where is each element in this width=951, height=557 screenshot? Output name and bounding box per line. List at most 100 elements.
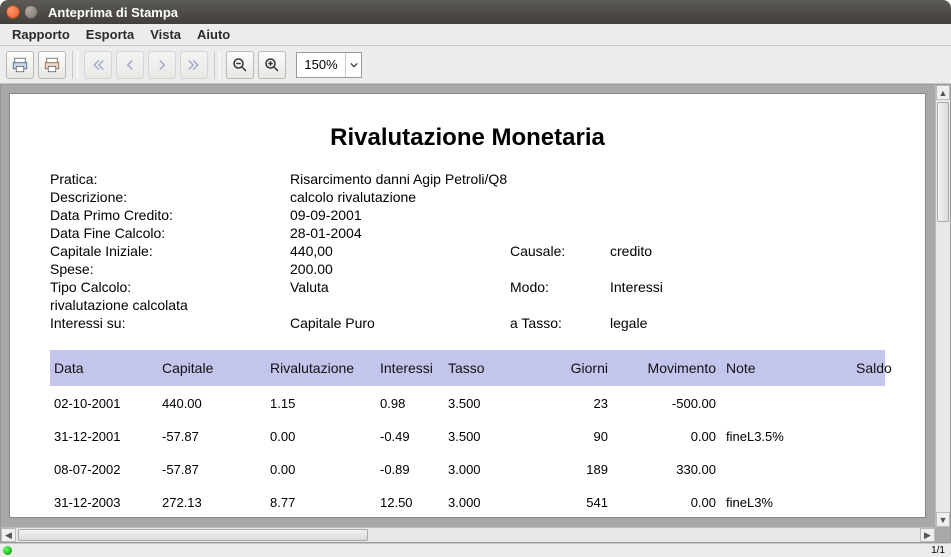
cell-tasso: 3.500 bbox=[448, 396, 520, 411]
cell-tasso: 3.000 bbox=[448, 462, 520, 477]
label-rivalutazione-calcolata: rivalutazione calcolata bbox=[50, 296, 885, 314]
cell-rivalutazione: 0.00 bbox=[270, 429, 380, 444]
value-descrizione: calcolo rivalutazione bbox=[290, 188, 885, 206]
value-data-primo-credito: 09-09-2001 bbox=[290, 206, 885, 224]
cell-interessi: -0.49 bbox=[380, 429, 448, 444]
label-data-fine-calcolo: Data Fine Calcolo: bbox=[50, 224, 290, 242]
value-tipo-calcolo: Valuta bbox=[290, 278, 510, 296]
last-page-button bbox=[180, 51, 208, 79]
window-minimize-button[interactable] bbox=[24, 5, 38, 19]
cell-saldo bbox=[856, 396, 881, 411]
col-note: Note bbox=[716, 360, 856, 376]
cell-giorni: 541 bbox=[520, 495, 608, 510]
label-tipo-calcolo: Tipo Calcolo: bbox=[50, 278, 290, 296]
printer-icon bbox=[11, 56, 29, 74]
cell-data: 31-12-2003 bbox=[54, 495, 162, 510]
horizontal-scrollbar[interactable]: ◀ ▶ bbox=[1, 527, 935, 542]
print-setup-button[interactable] bbox=[38, 51, 66, 79]
col-data: Data bbox=[54, 360, 162, 376]
chevron-right-icon bbox=[153, 56, 171, 74]
cell-tasso: 3.500 bbox=[448, 429, 520, 444]
zoom-dropdown-button[interactable] bbox=[345, 53, 361, 77]
toolbar-separator bbox=[214, 51, 220, 79]
window-titlebar: Anteprima di Stampa bbox=[0, 0, 951, 24]
value-causale: credito bbox=[610, 242, 885, 260]
label-capitale-iniziale: Capitale Iniziale: bbox=[50, 242, 290, 260]
cell-data: 08-07-2002 bbox=[54, 462, 162, 477]
page-indicator: 1/1 bbox=[931, 545, 945, 556]
scroll-right-button[interactable]: ▶ bbox=[920, 528, 935, 542]
scroll-down-button[interactable]: ▼ bbox=[936, 512, 950, 527]
print-button[interactable] bbox=[6, 51, 34, 79]
chevron-down-icon bbox=[350, 61, 358, 69]
value-pratica: Risarcimento danni Agip Petroli/Q8 bbox=[290, 170, 885, 188]
next-page-button bbox=[148, 51, 176, 79]
cell-note: fineL3.5% bbox=[716, 429, 856, 444]
report-meta: Pratica: Risarcimento danni Agip Petroli… bbox=[50, 170, 885, 332]
col-tasso: Tasso bbox=[448, 360, 520, 376]
cell-saldo bbox=[856, 462, 881, 477]
label-descrizione: Descrizione: bbox=[50, 188, 290, 206]
cell-capitale: 272.13 bbox=[162, 495, 270, 510]
cell-movimento: 0.00 bbox=[608, 429, 716, 444]
label-spese: Spese: bbox=[50, 260, 290, 278]
preview-page: Rivalutazione Monetaria Pratica: Risarci… bbox=[9, 93, 926, 518]
printer-gear-icon bbox=[43, 56, 61, 74]
zoom-out-icon bbox=[231, 56, 249, 74]
cell-tasso: 3.000 bbox=[448, 495, 520, 510]
window-close-button[interactable] bbox=[6, 5, 20, 19]
cell-saldo bbox=[856, 495, 881, 510]
zoom-select[interactable] bbox=[296, 52, 362, 78]
toolbar-separator bbox=[72, 51, 78, 79]
chevron-left-icon bbox=[121, 56, 139, 74]
menu-aiuto[interactable]: Aiuto bbox=[189, 25, 238, 44]
value-modo: Interessi bbox=[610, 278, 885, 296]
cell-data: 31-12-2001 bbox=[54, 429, 162, 444]
statusbar: 1/1 bbox=[0, 543, 951, 557]
cell-movimento: 0.00 bbox=[608, 495, 716, 510]
report-title: Rivalutazione Monetaria bbox=[50, 124, 885, 152]
vertical-scrollbar[interactable]: ▲ ▼ bbox=[935, 85, 950, 527]
cell-capitale: -57.87 bbox=[162, 462, 270, 477]
vscroll-thumb[interactable] bbox=[937, 102, 949, 222]
cell-rivalutazione: 8.77 bbox=[270, 495, 380, 510]
value-spese: 200.00 bbox=[290, 260, 885, 278]
zoom-in-icon bbox=[263, 56, 281, 74]
table-header: Data Capitale Rivalutazione Interessi Ta… bbox=[50, 350, 885, 386]
vscroll-track[interactable] bbox=[936, 100, 950, 512]
label-data-primo-credito: Data Primo Credito: bbox=[50, 206, 290, 224]
menu-vista[interactable]: Vista bbox=[142, 25, 189, 44]
cell-giorni: 23 bbox=[520, 396, 608, 411]
zoom-in-button[interactable] bbox=[258, 51, 286, 79]
cell-note bbox=[716, 396, 856, 411]
hscroll-thumb[interactable] bbox=[18, 529, 368, 541]
cell-capitale: -57.87 bbox=[162, 429, 270, 444]
table-row: 31-12-2003272.138.7712.503.0005410.00fin… bbox=[50, 485, 885, 518]
first-page-button bbox=[84, 51, 112, 79]
value-capitale-iniziale: 440,00 bbox=[290, 242, 510, 260]
zoom-out-button[interactable] bbox=[226, 51, 254, 79]
first-page-icon bbox=[89, 56, 107, 74]
cell-giorni: 90 bbox=[520, 429, 608, 444]
col-movimento: Movimento bbox=[608, 360, 716, 376]
hscroll-track[interactable] bbox=[16, 528, 920, 542]
zoom-input[interactable] bbox=[297, 57, 345, 72]
preview-area: Rivalutazione Monetaria Pratica: Risarci… bbox=[0, 84, 951, 543]
menu-rapporto[interactable]: Rapporto bbox=[4, 25, 78, 44]
value-a-tasso: legale bbox=[610, 314, 885, 332]
prev-page-button bbox=[116, 51, 144, 79]
cell-note bbox=[716, 462, 856, 477]
col-giorni: Giorni bbox=[520, 360, 608, 376]
cell-capitale: 440.00 bbox=[162, 396, 270, 411]
cell-interessi: -0.89 bbox=[380, 462, 448, 477]
table-row: 08-07-2002-57.870.00-0.893.000189330.00 bbox=[50, 452, 885, 485]
table-body: 02-10-2001440.001.150.983.50023-500.0031… bbox=[50, 386, 885, 518]
label-causale: Causale: bbox=[510, 242, 610, 260]
scroll-left-button[interactable]: ◀ bbox=[1, 528, 16, 542]
value-data-fine-calcolo: 28-01-2004 bbox=[290, 224, 885, 242]
label-a-tasso: a Tasso: bbox=[510, 314, 610, 332]
table-row: 31-12-2001-57.870.00-0.493.500900.00fine… bbox=[50, 419, 885, 452]
menu-esporta[interactable]: Esporta bbox=[78, 25, 142, 44]
scroll-up-button[interactable]: ▲ bbox=[936, 85, 950, 100]
cell-giorni: 189 bbox=[520, 462, 608, 477]
